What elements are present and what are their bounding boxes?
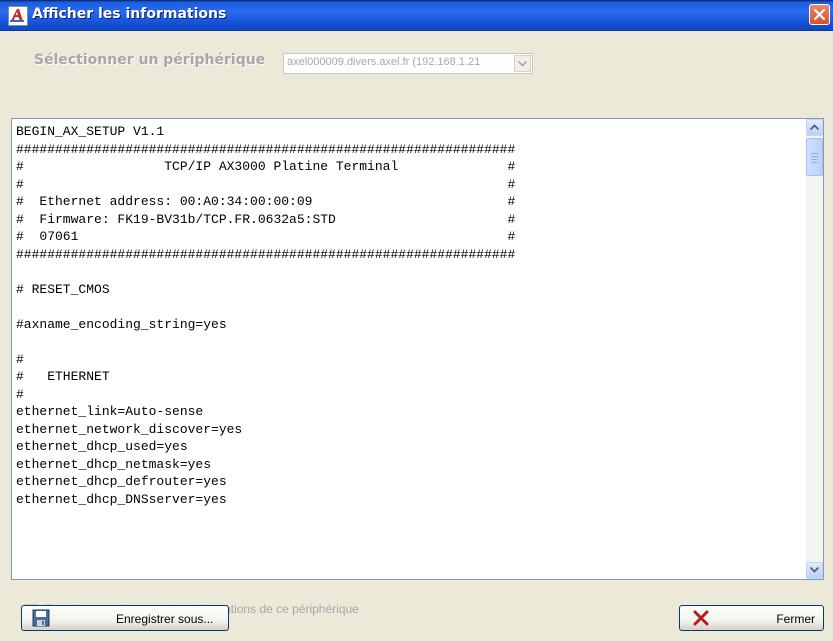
window-title: Afficher les informations (32, 6, 227, 22)
red-x-icon (692, 609, 710, 630)
setup-info-text: BEGIN_AX_SETUP V1.1 ####################… (16, 124, 516, 507)
close-button[interactable]: Fermer (679, 605, 824, 631)
setup-info-textarea[interactable]: BEGIN_AX_SETUP V1.1 ####################… (11, 118, 824, 580)
scroll-down-icon[interactable] (806, 562, 823, 579)
save-as-button[interactable]: Enregistrer sous... (21, 605, 229, 631)
save-as-label: Enregistrer sous... (116, 612, 214, 626)
title-bar: Afficher les informations (0, 0, 833, 31)
close-label: Fermer (776, 612, 815, 626)
chevron-down-icon[interactable] (514, 55, 531, 72)
device-select[interactable]: axel000009.divers.axel.fr (192.168.1.21 (283, 53, 533, 74)
device-select-label: Sélectionner un périphérique (34, 52, 266, 68)
close-icon[interactable] (809, 4, 830, 25)
scroll-up-icon[interactable] (806, 119, 823, 136)
device-select-value: axel000009.divers.axel.fr (192.168.1.21 (287, 56, 481, 68)
scroll-thumb[interactable] (806, 138, 823, 176)
vertical-scrollbar[interactable] (806, 119, 823, 579)
app-a-icon (8, 6, 28, 26)
floppy-disk-icon (32, 609, 50, 630)
